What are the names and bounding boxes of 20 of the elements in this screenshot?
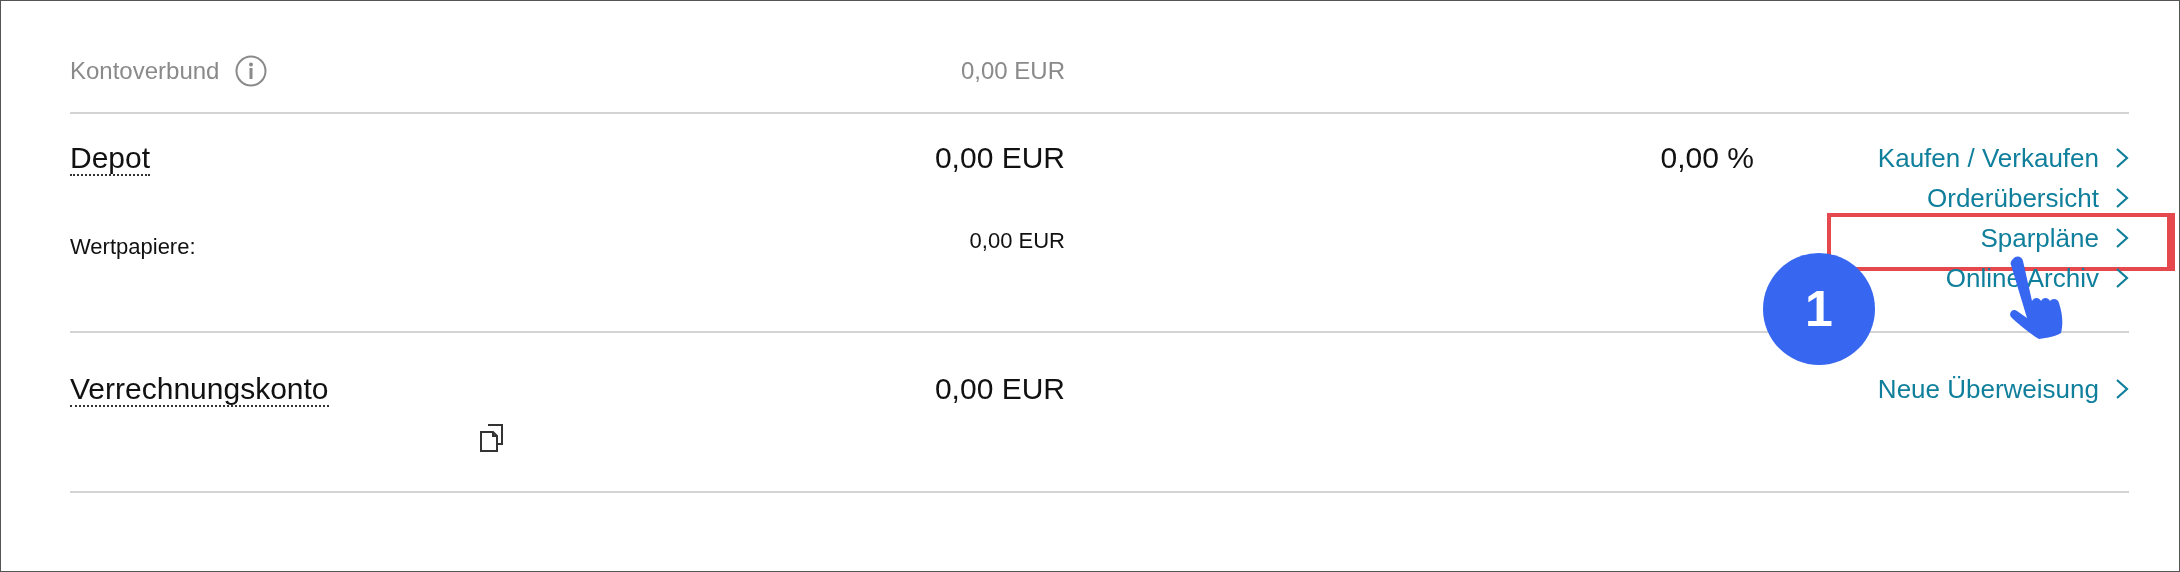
summary-amount: 0,00 EUR <box>959 56 1065 86</box>
chevron-right-icon <box>2115 147 2129 169</box>
info-icon[interactable] <box>235 55 268 87</box>
chevron-right-icon <box>2115 187 2129 209</box>
nav-link[interactable]: Orderübersicht <box>1754 178 2129 218</box>
chevron-right-icon <box>2115 227 2129 249</box>
account-balance: 0,00 EUR <box>933 371 1065 407</box>
account-name[interactable]: Depot <box>70 141 151 176</box>
sub-label: Wertpapiere: <box>70 235 197 259</box>
nav-link[interactable]: Kaufen / Verkaufen <box>1754 138 2129 178</box>
performance-percent: 0,00 % <box>1659 140 1754 176</box>
account-balance: 0,00 EUR <box>933 140 1065 176</box>
account-name[interactable]: Verrechnungskonto <box>70 372 329 407</box>
step-badge: 1 <box>1763 253 1875 365</box>
copy-icon[interactable] <box>479 423 505 453</box>
chevron-right-icon <box>2115 267 2129 289</box>
nav-link[interactable]: Neue Überweisung <box>1754 369 2129 409</box>
chevron-right-icon <box>2115 378 2129 400</box>
sub-amount: 0,00 EUR <box>968 229 1065 253</box>
summary-label: Kontoverbund <box>70 56 220 86</box>
